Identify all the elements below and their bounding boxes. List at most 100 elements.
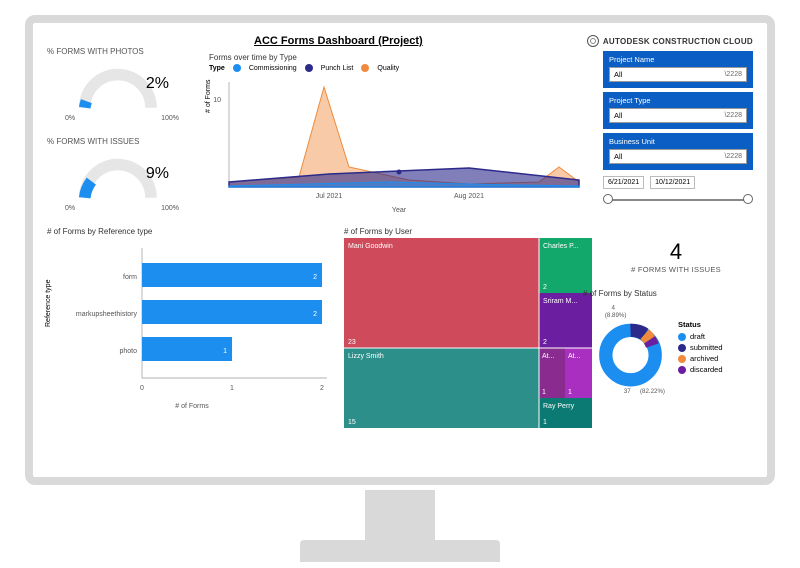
- area-svg: 10 Jul 2021 Aug 2021: [209, 72, 589, 202]
- svg-text:2: 2: [543, 284, 547, 291]
- date-end-input[interactable]: 10/12/2021: [650, 176, 695, 189]
- legend-item: submitted: [690, 343, 723, 352]
- svg-text:1: 1: [543, 419, 547, 426]
- svg-text:photo: photo: [119, 348, 137, 355]
- ref-svg: 2 form 2 markupsheethistory 1 photo 0 1 …: [47, 238, 337, 398]
- svg-text:Lizzy Smith: Lizzy Smith: [348, 353, 384, 360]
- treemap-svg: Mani Goodwin 23 Lizzy Smith 15 Charles P…: [344, 238, 592, 428]
- filter-project-name: Project Name All \2228: [603, 51, 753, 88]
- gauge-photos-value: 2%: [146, 75, 169, 93]
- legend-item: Commissioning: [249, 65, 297, 72]
- legend-item: archived: [690, 354, 718, 363]
- slider-track: [607, 199, 749, 201]
- filter-business-unit: Business Unit All\2228: [603, 133, 753, 170]
- gauge-tick-max: 100%: [161, 115, 179, 122]
- chevron-down-icon: \2228: [724, 71, 742, 78]
- gauge-photos-title: % FORMS WITH PHOTOS: [47, 47, 197, 56]
- ref-ylabel: Reference type: [45, 280, 52, 327]
- svg-text:Ray Perry: Ray Perry: [543, 403, 575, 410]
- slider-knob-start[interactable]: [603, 194, 613, 204]
- kpi-issues: 4 # FORMS WITH ISSUES: [611, 239, 741, 274]
- gauge-issues: % FORMS WITH ISSUES 9% 0%100%: [47, 137, 197, 212]
- donut-legend-title: Status: [678, 320, 723, 329]
- legend-swatch-icon: [678, 333, 686, 341]
- ref-xlabel: # of Forms: [47, 403, 337, 410]
- legend-item: Punch List: [321, 65, 354, 72]
- svg-text:At...: At...: [568, 353, 581, 360]
- legend-dot-punchlist-icon: [305, 64, 313, 72]
- filter-project-name-select[interactable]: All \2228: [609, 67, 747, 82]
- legend-item: draft: [690, 332, 705, 341]
- donut-svg: 4 (8.89%) 37 (82.22%): [583, 300, 678, 395]
- treemap: # of Forms by User Mani Goodwin 23 Lizzy…: [344, 227, 592, 437]
- filter-label: Project Name: [609, 55, 747, 64]
- brand-logo-text: AUTODESK CONSTRUCTION CLOUD: [587, 35, 753, 47]
- svg-text:Jul 2021: Jul 2021: [316, 193, 343, 200]
- date-start-input[interactable]: 6/21/2021: [603, 176, 644, 189]
- filter-label: Business Unit: [609, 137, 747, 146]
- monitor-stand-base: [300, 540, 500, 562]
- svg-text:2: 2: [313, 311, 317, 318]
- svg-text:2: 2: [320, 385, 324, 392]
- donut-legend: Status draft submitted archived discarde…: [678, 320, 723, 376]
- svg-text:23: 23: [348, 339, 356, 346]
- area-legend: Type Commissioning Punch List Quality: [209, 64, 589, 72]
- date-slider[interactable]: [603, 193, 753, 207]
- autodesk-logo-icon: [587, 35, 599, 47]
- donut-title: # of Forms by Status: [583, 289, 753, 298]
- gauge-tick-min: 0%: [65, 205, 75, 212]
- svg-text:Mani Goodwin: Mani Goodwin: [348, 243, 393, 250]
- svg-text:37: 37: [624, 388, 631, 395]
- svg-text:4: 4: [612, 305, 616, 312]
- kpi-value: 4: [611, 239, 741, 265]
- svg-text:10: 10: [213, 97, 221, 104]
- donut-chart: # of Forms by Status 4 (8.89%) 37 (82.22…: [583, 289, 753, 439]
- ref-bar-chart: # of Forms by Reference type Reference t…: [47, 227, 337, 427]
- ref-title: # of Forms by Reference type: [47, 227, 337, 236]
- filter-value: All: [614, 111, 622, 120]
- gauge-photos: % FORMS WITH PHOTOS 2% 0% 100%: [47, 47, 197, 122]
- gauge-tick-min: 0%: [65, 115, 75, 122]
- filter-project-type-select[interactable]: All \2228: [609, 108, 747, 123]
- monitor-stand-neck: [365, 490, 435, 545]
- kpi-label: # FORMS WITH ISSUES: [611, 265, 741, 274]
- brand-text: AUTODESK CONSTRUCTION CLOUD: [603, 37, 753, 46]
- svg-text:At...: At...: [542, 353, 555, 360]
- legend-item: Quality: [377, 65, 399, 72]
- gauge-issues-chart: [47, 148, 197, 206]
- date-range: 6/21/2021 10/12/2021: [603, 176, 753, 189]
- svg-text:1: 1: [568, 389, 572, 396]
- legend-swatch-icon: [678, 366, 686, 374]
- filter-value: All: [614, 70, 622, 79]
- legend-swatch-icon: [678, 344, 686, 352]
- chevron-down-icon: \2228: [724, 112, 742, 119]
- gauge-photos-chart: [47, 58, 197, 116]
- svg-text:2: 2: [313, 274, 317, 281]
- svg-text:1: 1: [230, 385, 234, 392]
- legend-dot-quality-icon: [361, 64, 369, 72]
- svg-text:2: 2: [543, 339, 547, 346]
- area-xlabel: Year: [209, 207, 589, 214]
- svg-text:0: 0: [140, 385, 144, 392]
- gauge-issues-title: % FORMS WITH ISSUES: [47, 137, 197, 146]
- svg-text:Sriram M...: Sriram M...: [543, 298, 577, 305]
- gauge-issues-value: 9%: [146, 165, 169, 183]
- legend-dot-commissioning-icon: [233, 64, 241, 72]
- svg-text:Charles P...: Charles P...: [543, 243, 579, 250]
- filter-business-unit-select[interactable]: All\2228: [609, 149, 747, 164]
- monitor-frame: ACC Forms Dashboard (Project) AUTODESK C…: [25, 15, 775, 485]
- svg-text:markupsheethistory: markupsheethistory: [76, 311, 138, 318]
- legend-item: discarded: [690, 365, 723, 374]
- area-chart: Forms over time by Type Type Commissioni…: [209, 53, 589, 223]
- dashboard-screen: ACC Forms Dashboard (Project) AUTODESK C…: [39, 29, 761, 471]
- filter-value: All: [614, 152, 622, 161]
- filter-label: Project Type: [609, 96, 747, 105]
- slider-knob-end[interactable]: [743, 194, 753, 204]
- svg-text:1: 1: [223, 348, 227, 355]
- svg-text:15: 15: [348, 419, 356, 426]
- page-title: ACC Forms Dashboard (Project): [254, 35, 423, 47]
- filter-project-type: Project Type All \2228: [603, 92, 753, 129]
- svg-text:(82.22%): (82.22%): [640, 388, 665, 395]
- svg-text:Aug 2021: Aug 2021: [454, 193, 484, 200]
- svg-text:1: 1: [542, 389, 546, 396]
